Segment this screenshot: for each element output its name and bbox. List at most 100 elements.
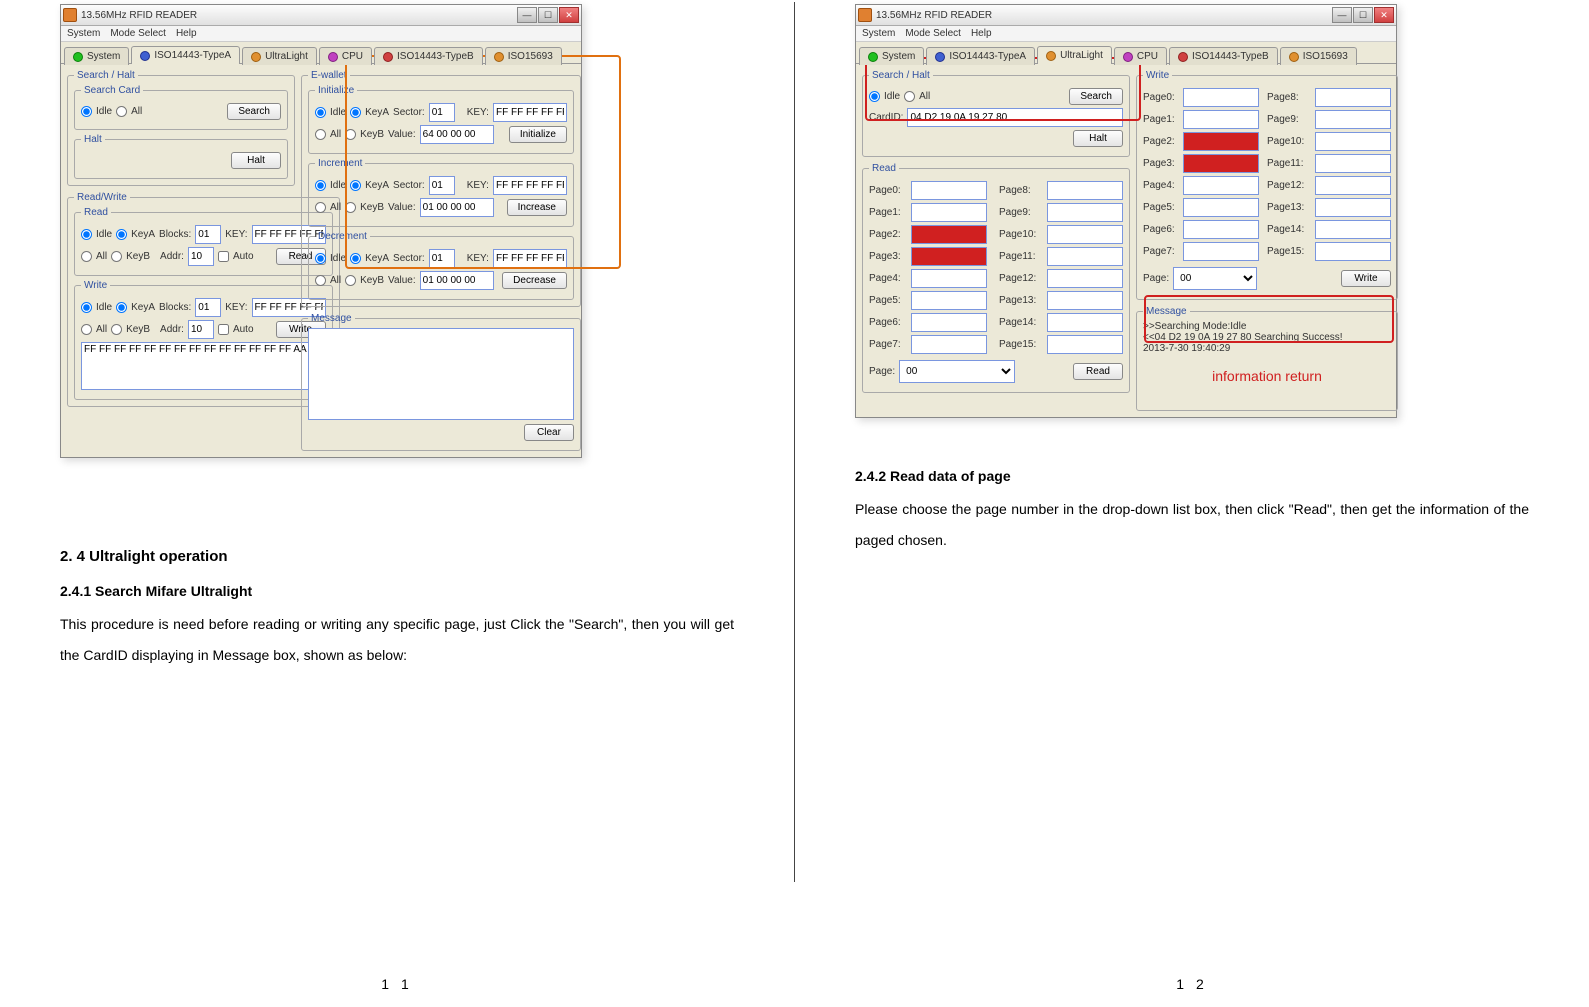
- page-input[interactable]: [1315, 88, 1391, 107]
- page-input[interactable]: [1315, 220, 1391, 239]
- radio-idle[interactable]: Idle: [315, 107, 346, 118]
- page-input[interactable]: [1047, 247, 1123, 266]
- maximize-button[interactable]: ☐: [538, 7, 558, 23]
- radio-all[interactable]: All: [315, 202, 341, 213]
- page-input[interactable]: [911, 313, 987, 332]
- page-input[interactable]: [911, 181, 987, 200]
- page-input[interactable]: [1183, 154, 1259, 173]
- tab-iso15693[interactable]: ISO15693: [485, 47, 562, 65]
- minimize-button[interactable]: —: [517, 7, 537, 23]
- chk-auto[interactable]: Auto: [218, 324, 254, 335]
- page-input[interactable]: [911, 247, 987, 266]
- page-input[interactable]: [1315, 242, 1391, 261]
- radio-keya[interactable]: KeyA: [116, 229, 155, 240]
- radio-idle[interactable]: Idle: [81, 106, 112, 117]
- page-input[interactable]: [911, 291, 987, 310]
- menu-system[interactable]: System: [67, 28, 100, 39]
- cardid-input[interactable]: [907, 108, 1123, 127]
- radio-idle[interactable]: Idle: [315, 180, 346, 191]
- tab-iso15693[interactable]: ISO15693: [1280, 47, 1357, 65]
- minimize-button[interactable]: —: [1332, 7, 1352, 23]
- write-textarea[interactable]: FF FF FF FF FF FF FF FF FF FF FF FF FF F…: [81, 342, 326, 390]
- key-input[interactable]: [493, 249, 567, 268]
- write-button[interactable]: Write: [1341, 270, 1391, 287]
- page-input[interactable]: [911, 269, 987, 288]
- blocks-input[interactable]: [195, 298, 221, 317]
- halt-button[interactable]: Halt: [1073, 130, 1123, 147]
- chk-auto[interactable]: Auto: [218, 251, 254, 262]
- radio-all[interactable]: All: [81, 324, 107, 335]
- value-input[interactable]: [420, 271, 494, 290]
- radio-all[interactable]: All: [315, 129, 341, 140]
- tab-iso14443a[interactable]: ISO14443-TypeA: [926, 47, 1035, 65]
- page-input[interactable]: [911, 225, 987, 244]
- value-input[interactable]: [420, 198, 494, 217]
- blocks-input[interactable]: [195, 225, 221, 244]
- close-button[interactable]: ✕: [1374, 7, 1394, 23]
- increase-button[interactable]: Increase: [507, 199, 567, 216]
- page-input[interactable]: [1183, 198, 1259, 217]
- search-button[interactable]: Search: [1069, 88, 1123, 105]
- tab-iso14443a[interactable]: ISO14443-TypeA: [131, 46, 240, 64]
- key-input[interactable]: [493, 176, 567, 195]
- radio-all[interactable]: All: [904, 91, 930, 102]
- key-input[interactable]: [493, 103, 567, 122]
- page-input[interactable]: [1047, 313, 1123, 332]
- page-input[interactable]: [1183, 242, 1259, 261]
- addr-input[interactable]: [188, 320, 214, 339]
- page-input[interactable]: [911, 335, 987, 354]
- page-input[interactable]: [1183, 132, 1259, 151]
- page-input[interactable]: [1183, 110, 1259, 129]
- menu-system[interactable]: System: [862, 28, 895, 39]
- radio-keyb[interactable]: KeyB: [345, 275, 384, 286]
- value-input[interactable]: [420, 125, 494, 144]
- page-input[interactable]: [1047, 269, 1123, 288]
- tab-system[interactable]: System: [859, 47, 924, 65]
- radio-all[interactable]: All: [81, 251, 107, 262]
- page-select[interactable]: 00: [899, 360, 1015, 383]
- radio-idle[interactable]: Idle: [81, 302, 112, 313]
- radio-keyb[interactable]: KeyB: [345, 129, 384, 140]
- tab-iso14443b[interactable]: ISO14443-TypeB: [1169, 47, 1278, 65]
- page-input[interactable]: [1047, 291, 1123, 310]
- close-button[interactable]: ✕: [559, 7, 579, 23]
- clear-button[interactable]: Clear: [524, 424, 574, 441]
- maximize-button[interactable]: ☐: [1353, 7, 1373, 23]
- page-input[interactable]: [1315, 110, 1391, 129]
- radio-keya[interactable]: KeyA: [350, 107, 389, 118]
- tab-cpu[interactable]: CPU: [319, 47, 372, 65]
- page-input[interactable]: [1047, 225, 1123, 244]
- page-input[interactable]: [1183, 176, 1259, 195]
- initialize-button[interactable]: Initialize: [509, 126, 567, 143]
- tab-iso14443b[interactable]: ISO14443-TypeB: [374, 47, 483, 65]
- radio-keya[interactable]: KeyA: [116, 302, 155, 313]
- page-input[interactable]: [1315, 198, 1391, 217]
- radio-keyb[interactable]: KeyB: [345, 202, 384, 213]
- menu-mode-select[interactable]: Mode Select: [905, 28, 961, 39]
- radio-all[interactable]: All: [315, 275, 341, 286]
- search-button[interactable]: Search: [227, 103, 281, 120]
- message-textarea[interactable]: [308, 328, 574, 420]
- tab-cpu[interactable]: CPU: [1114, 47, 1167, 65]
- radio-idle[interactable]: Idle: [81, 229, 112, 240]
- tab-system[interactable]: System: [64, 47, 129, 65]
- page-input[interactable]: [1047, 203, 1123, 222]
- read-button[interactable]: Read: [1073, 363, 1123, 380]
- menu-help[interactable]: Help: [971, 28, 992, 39]
- radio-idle[interactable]: Idle: [869, 91, 900, 102]
- page-input[interactable]: [1315, 154, 1391, 173]
- decrease-button[interactable]: Decrease: [502, 272, 567, 289]
- tab-ultralight[interactable]: UltraLight: [242, 47, 317, 65]
- addr-input[interactable]: [188, 247, 214, 266]
- menu-mode-select[interactable]: Mode Select: [110, 28, 166, 39]
- radio-keyb[interactable]: KeyB: [111, 324, 150, 335]
- page-input[interactable]: [1183, 220, 1259, 239]
- radio-keyb[interactable]: KeyB: [111, 251, 150, 262]
- page-input[interactable]: [911, 203, 987, 222]
- page-input[interactable]: [1047, 335, 1123, 354]
- page-input[interactable]: [1047, 181, 1123, 200]
- radio-all[interactable]: All: [116, 106, 142, 117]
- sector-input[interactable]: [429, 103, 455, 122]
- page-select[interactable]: 00: [1173, 267, 1257, 290]
- sector-input[interactable]: [429, 176, 455, 195]
